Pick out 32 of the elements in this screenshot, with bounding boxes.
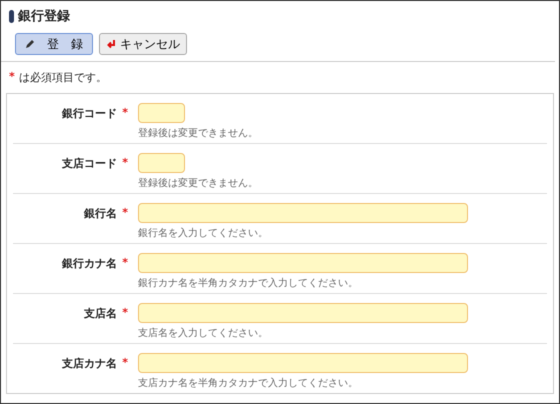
input-field[interactable]: [138, 153, 185, 173]
return-arrow-icon: [106, 39, 116, 49]
required-mark: *: [9, 70, 15, 85]
field-hint: 支店カナ名を半角カタカナで入力してください。: [138, 376, 359, 390]
field-label: 銀行名: [84, 206, 118, 222]
field-label: 支店コード: [62, 156, 118, 172]
field-label: 銀行カナ名: [62, 256, 118, 272]
input-field[interactable]: [138, 303, 468, 323]
required-mark: *: [122, 306, 128, 321]
field-label: 支店名: [84, 306, 118, 322]
input-field[interactable]: [138, 103, 185, 123]
required-mark: *: [122, 206, 128, 221]
field-hint: 支店名を入力してください。: [138, 326, 269, 340]
pencil-icon: [25, 39, 35, 49]
field-label: 銀行コード: [62, 106, 118, 122]
page-title: 銀行登録: [18, 8, 70, 25]
title-marker: [9, 10, 14, 22]
field-hint: 銀行名を入力してください。: [138, 226, 269, 240]
required-mark: *: [122, 106, 128, 121]
required-note: は必須項目です。: [18, 70, 107, 85]
required-mark: *: [122, 156, 128, 171]
cancel-button[interactable]: キャンセル: [99, 33, 187, 55]
input-field[interactable]: [138, 203, 468, 223]
input-field[interactable]: [138, 353, 468, 373]
input-field[interactable]: [138, 253, 468, 273]
field-hint: 登録後は変更できません。: [138, 176, 259, 190]
field-hint: 登録後は変更できません。: [138, 126, 259, 140]
required-mark: *: [122, 356, 128, 371]
field-label: 支店カナ名: [62, 356, 118, 372]
field-hint: 銀行カナ名を半角カタカナで入力してください。: [138, 276, 359, 290]
register-button[interactable]: 登 録: [15, 33, 93, 55]
required-mark: *: [122, 256, 128, 271]
